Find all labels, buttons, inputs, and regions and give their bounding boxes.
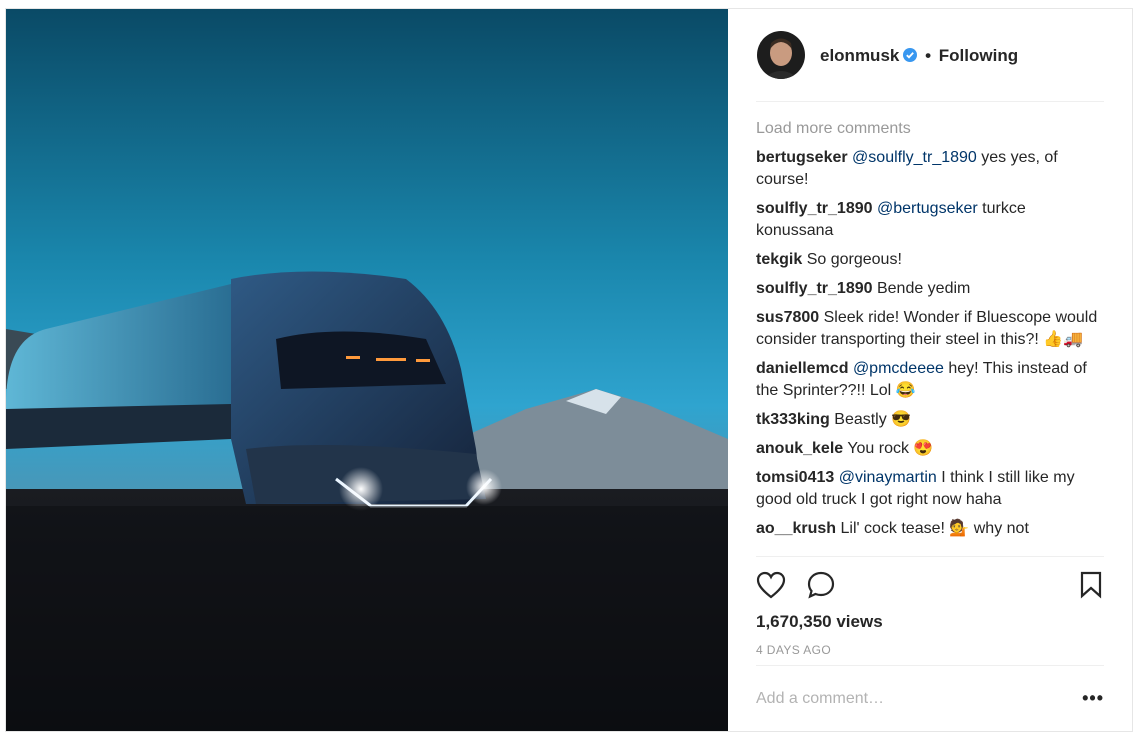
- heart-icon[interactable]: [756, 571, 786, 604]
- post-photo[interactable]: [6, 9, 728, 731]
- verified-badge-icon: [903, 47, 918, 62]
- view-count[interactable]: 1,670,350 views: [756, 612, 883, 632]
- comment-username[interactable]: daniellemcd: [756, 360, 848, 377]
- comment-username[interactable]: ao__krush: [756, 520, 836, 537]
- comment-item: anouk_kele You rock 😍: [756, 438, 1104, 460]
- comment-username[interactable]: tomsi0413: [756, 469, 834, 486]
- comment-username[interactable]: sus7800: [756, 309, 819, 326]
- comment-mention[interactable]: @soulfly_tr_1890: [852, 149, 977, 166]
- more-options-icon[interactable]: •••: [1082, 688, 1104, 709]
- avatar[interactable]: [757, 31, 805, 79]
- add-comment-input[interactable]: Add a comment…: [756, 690, 884, 708]
- bookmark-icon[interactable]: [1080, 571, 1102, 604]
- post-timestamp[interactable]: 4 DAYS AGO: [756, 643, 831, 657]
- comment-username[interactable]: tekgik: [756, 251, 802, 268]
- load-more-comments-link[interactable]: Load more comments: [756, 120, 1104, 138]
- add-comment-bar: Add a comment… •••: [756, 665, 1104, 732]
- instagram-post: elonmusk • Following Load more comments …: [5, 8, 1133, 732]
- comment-username[interactable]: bertugseker: [756, 149, 848, 166]
- comment-item: soulfly_tr_1890 Bende yedim: [756, 278, 1104, 300]
- comment-item: daniellemcd @pmcdeeee hey! This instead …: [756, 358, 1104, 402]
- comment-text: Lil' cock tease! 💁 why not: [840, 520, 1029, 537]
- post-header: elonmusk • Following: [756, 9, 1104, 102]
- comment-text: Beastly 😎: [834, 411, 912, 428]
- comment-mention[interactable]: @pmcdeeee: [853, 360, 944, 377]
- comment-item: tekgik So gorgeous!: [756, 249, 1104, 271]
- header-user-line: elonmusk • Following: [820, 46, 1018, 66]
- comment-item: tomsi0413 @vinaymartin I think I still l…: [756, 467, 1104, 511]
- post-side-panel: elonmusk • Following Load more comments …: [728, 9, 1132, 731]
- comment-item: soulfly_tr_1890 @bertugseker turkce konu…: [756, 198, 1104, 242]
- separator-dot: •: [925, 46, 932, 65]
- comment-username[interactable]: tk333king: [756, 411, 830, 428]
- comments-list[interactable]: Load more comments bertugseker @soulfly_…: [756, 113, 1104, 556]
- comment-mention[interactable]: @bertugseker: [877, 200, 978, 217]
- comment-username[interactable]: soulfly_tr_1890: [756, 200, 873, 217]
- comment-item: ao__krush Lil' cock tease! 💁 why not: [756, 518, 1104, 540]
- comment-text: So gorgeous!: [806, 251, 902, 268]
- comment-username[interactable]: anouk_kele: [756, 440, 843, 457]
- comment-item: sus7800 Sleek ride! Wonder if Bluescope …: [756, 307, 1104, 351]
- profile-picture: [757, 31, 805, 79]
- truck-photo-illustration: [6, 9, 728, 731]
- comment-text: You rock 😍: [847, 440, 934, 457]
- following-button[interactable]: Following: [939, 46, 1018, 65]
- comment-mention[interactable]: @vinaymartin: [839, 469, 937, 486]
- comment-item: tk333king Beastly 😎: [756, 409, 1104, 431]
- username-link[interactable]: elonmusk: [820, 46, 899, 65]
- comment-text: Bende yedim: [876, 280, 971, 297]
- comment-item: bertugseker @soulfly_tr_1890 yes yes, of…: [756, 147, 1104, 191]
- comment-username[interactable]: soulfly_tr_1890: [756, 280, 873, 297]
- comment-bubble-icon[interactable]: [806, 571, 836, 604]
